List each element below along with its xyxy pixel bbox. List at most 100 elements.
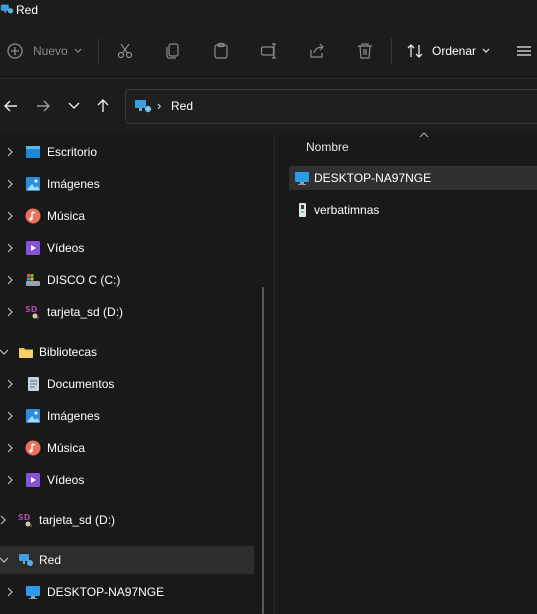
nav-item-videos[interactable]: Vídeos xyxy=(0,234,256,262)
network-icon xyxy=(19,554,33,566)
file-name: DESKTOP-NA97NGE xyxy=(314,171,432,185)
svg-text:SD: SD xyxy=(18,513,31,522)
paste-icon xyxy=(214,42,228,59)
nav-item-label: DISCO C (C:) xyxy=(47,273,121,287)
chevron-right-icon[interactable] xyxy=(5,275,15,285)
breadcrumb-item[interactable]: Red xyxy=(171,99,193,113)
chevron-right-icon[interactable] xyxy=(0,515,8,525)
chevron-down-icon xyxy=(68,102,80,109)
nav-item-label: Escritorio xyxy=(47,145,98,159)
nav-item-imagenes-library[interactable]: Imágenes xyxy=(0,402,256,430)
nav-item-tarjeta-sd[interactable]: SD tarjeta_sd (D:) xyxy=(0,298,256,326)
network-icon xyxy=(135,100,152,113)
rename-icon xyxy=(260,43,276,59)
nav-item-label: Música xyxy=(47,209,86,223)
documents-icon xyxy=(28,377,39,391)
chevron-right-icon[interactable] xyxy=(5,179,15,189)
add-icon xyxy=(7,43,23,59)
paste-button[interactable] xyxy=(211,41,231,61)
computer-icon xyxy=(26,586,40,599)
command-bar: Nuevo Ordenar xyxy=(0,22,537,79)
toolbar-separator xyxy=(391,38,392,64)
svg-text:SD: SD xyxy=(25,305,38,314)
chevron-down-icon[interactable] xyxy=(0,555,9,565)
chevron-down-icon[interactable] xyxy=(0,347,9,357)
sort-ascending-icon xyxy=(419,132,429,138)
new-label: Nuevo xyxy=(33,44,68,58)
recent-locations-button[interactable] xyxy=(63,95,85,117)
nav-item-label: Documentos xyxy=(47,377,115,391)
column-header-name[interactable]: Nombre xyxy=(306,140,349,154)
nav-item-tarjeta-sd-root[interactable]: SD tarjeta_sd (D:) xyxy=(0,506,256,534)
network-icon xyxy=(0,4,14,14)
nav-item-red[interactable]: Red xyxy=(0,546,254,574)
delete-icon xyxy=(358,43,372,59)
nav-item-documentos[interactable]: Documentos xyxy=(0,370,256,398)
sort-icon xyxy=(407,44,423,58)
chevron-right-icon[interactable] xyxy=(5,475,15,485)
chevron-right-icon[interactable] xyxy=(5,587,15,597)
sd-card-icon: SD xyxy=(18,513,33,528)
chevron-right-icon[interactable] xyxy=(5,243,15,253)
rename-button[interactable] xyxy=(259,41,279,61)
navigation-bar: › Red xyxy=(0,79,537,133)
chevron-right-icon[interactable] xyxy=(5,211,15,221)
pictures-icon xyxy=(26,409,40,423)
nav-item-label: DESKTOP-NA97NGE xyxy=(47,585,165,599)
nav-item-label: Vídeos xyxy=(47,241,85,255)
share-button[interactable] xyxy=(307,41,327,61)
nav-item-escritorio[interactable]: Escritorio xyxy=(0,138,256,166)
drive-icon xyxy=(26,274,40,286)
toolbar-separator xyxy=(98,38,99,64)
forward-button[interactable] xyxy=(32,95,54,117)
nav-item-desktop-na97nge[interactable]: DESKTOP-NA97NGE xyxy=(0,578,256,606)
sort-button[interactable]: Ordenar xyxy=(406,41,490,61)
nav-item-label: Imágenes xyxy=(47,177,100,191)
sd-card-icon: SD xyxy=(25,305,40,320)
back-button[interactable] xyxy=(0,95,22,117)
nav-item-musica-library[interactable]: Música xyxy=(0,434,256,462)
nav-item-videos-library[interactable]: Vídeos xyxy=(0,466,256,494)
up-button[interactable] xyxy=(92,95,114,117)
cut-icon xyxy=(117,43,133,59)
copy-button[interactable] xyxy=(163,41,183,61)
folder-icon xyxy=(19,348,33,358)
breadcrumb-separator-icon: › xyxy=(157,98,162,113)
chevron-right-icon[interactable] xyxy=(5,443,15,453)
new-button[interactable]: Nuevo xyxy=(6,39,82,63)
address-bar[interactable]: › Red xyxy=(125,89,537,124)
chevron-right-icon[interactable] xyxy=(5,307,15,317)
nav-item-bibliotecas[interactable]: Bibliotecas xyxy=(0,338,256,366)
nav-item-label: tarjeta_sd (D:) xyxy=(47,305,124,319)
file-item[interactable]: verbatimnas xyxy=(289,198,537,222)
videos-icon xyxy=(26,473,40,487)
view-button[interactable] xyxy=(514,41,534,61)
nav-scrollbar[interactable] xyxy=(262,287,264,614)
pane-divider[interactable] xyxy=(274,133,275,614)
nav-item-musica[interactable]: Música xyxy=(0,202,256,230)
chevron-right-icon[interactable] xyxy=(5,411,15,421)
title-bar: Red xyxy=(0,0,537,22)
nav-item-imagenes[interactable]: Imágenes xyxy=(0,170,256,198)
arrow-left-icon xyxy=(4,100,17,112)
chevron-down-icon xyxy=(482,48,490,53)
arrow-right-icon xyxy=(37,100,50,112)
nav-item-label: Red xyxy=(39,553,62,567)
nav-item-disco-c[interactable]: DISCO C (C:) xyxy=(0,266,256,294)
nav-item-label: tarjeta_sd (D:) xyxy=(39,513,116,527)
nav-item-label: Música xyxy=(47,441,86,455)
music-icon xyxy=(25,440,41,456)
cut-button[interactable] xyxy=(115,41,135,61)
file-name: verbatimnas xyxy=(314,203,380,217)
sort-label: Ordenar xyxy=(432,44,477,58)
chevron-right-icon[interactable] xyxy=(5,147,15,157)
chevron-down-icon xyxy=(74,48,82,53)
file-item[interactable]: DESKTOP-NA97NGE xyxy=(289,166,537,190)
share-icon xyxy=(310,43,324,58)
videos-icon xyxy=(26,241,40,255)
computer-icon xyxy=(295,172,309,185)
nas-device-icon xyxy=(299,203,306,217)
delete-button[interactable] xyxy=(355,41,375,61)
nav-item-label: Bibliotecas xyxy=(39,345,98,359)
chevron-right-icon[interactable] xyxy=(5,379,15,389)
